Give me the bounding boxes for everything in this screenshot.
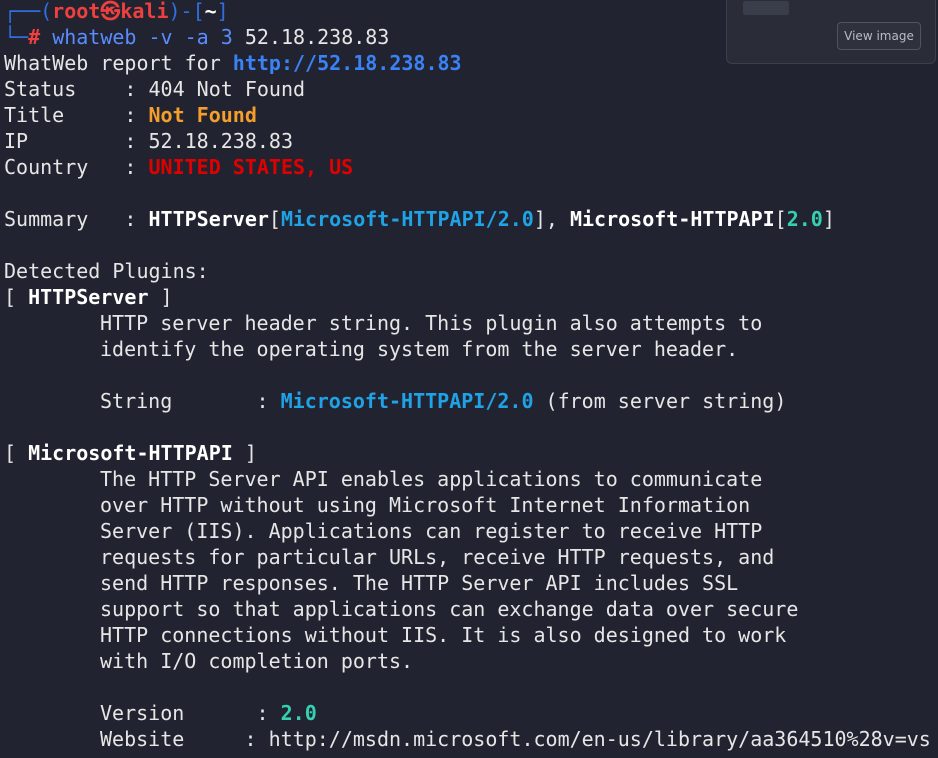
ip-row: IP : 52.18.238.83 xyxy=(4,128,938,154)
version-value: 2.0 xyxy=(280,701,317,725)
plugin-httpapi-desc-line: support so that applications can exchang… xyxy=(100,597,799,621)
plugin-httpapi-name: Microsoft-HTTPAPI xyxy=(28,441,233,465)
title-row: Title : Not Found xyxy=(4,102,938,128)
plugin-httpapi-version-row: Version : 2.0 xyxy=(4,700,938,726)
plugin-httpapi-desc-line: requests for particular URLs, receive HT… xyxy=(100,545,775,569)
image-thumbnail[interactable] xyxy=(743,1,789,15)
prompt-frame-top: ┌──( xyxy=(4,0,53,23)
country-row: Country : UNITED STATES, US xyxy=(4,154,938,180)
title-label: Title : xyxy=(4,103,149,127)
summary-httpserver-value: Microsoft-HTTPAPI/2.0 xyxy=(280,207,534,231)
summary-httpapi-version: 2.0 xyxy=(786,207,823,231)
plugin-httpapi-desc-line: Server (IIS). Applications can register … xyxy=(100,519,763,543)
plugin-httpserver-header: [ HTTPServer ] xyxy=(4,284,938,310)
image-preview-popup: View image xyxy=(726,0,936,64)
ip-value: 52.18.238.83 xyxy=(148,129,294,153)
summary-bracket: ] xyxy=(822,207,835,231)
plugin-httpapi-header: [ Microsoft-HTTPAPI ] xyxy=(4,440,938,466)
summary-bracket: [ xyxy=(774,207,787,231)
summary-row: Summary : HTTPServer[Microsoft-HTTPAPI/2… xyxy=(4,206,938,232)
summary-bracket: [ xyxy=(268,207,281,231)
bracket-close: ] xyxy=(232,441,257,465)
country-value: UNITED STATES, US xyxy=(148,155,354,179)
summary-separator: ], xyxy=(533,207,570,231)
website-label: Website : xyxy=(100,727,269,751)
prompt-hash: # xyxy=(28,25,41,49)
prompt-user: root㉿kali xyxy=(52,0,169,23)
prompt-frame-mid: )-[ xyxy=(168,0,205,23)
version-label: Version : xyxy=(100,701,281,725)
string-suffix: (from server string) xyxy=(533,389,787,413)
terminal-output: ┌──(root㉿kali)-[~] └─# whatweb -v -a 3 5… xyxy=(4,0,938,752)
plugin-httpserver-desc-line: HTTP server header string. This plugin a… xyxy=(100,311,763,335)
plugin-httpapi-desc-line: The HTTP Server API enables applications… xyxy=(100,467,763,491)
command-text: whatweb -v -a 3 xyxy=(52,25,233,49)
plugins-heading: Detected Plugins: xyxy=(4,259,209,283)
bracket-open: [ xyxy=(4,285,29,309)
country-label: Country : xyxy=(4,155,149,179)
bracket-open: [ xyxy=(4,441,29,465)
ip-label: IP : xyxy=(4,129,149,153)
plugin-httpapi-desc-line: over HTTP without using Microsoft Intern… xyxy=(100,493,751,517)
status-value: 404 Not Found xyxy=(148,77,306,101)
status-row: Status : 404 Not Found xyxy=(4,76,938,102)
title-value: Not Found xyxy=(148,103,257,127)
status-label: Status : xyxy=(4,77,149,101)
command-target: 52.18.238.83 xyxy=(244,25,390,49)
bracket-close: ] xyxy=(148,285,173,309)
plugin-httpapi-desc-line: HTTP connections without IIS. It is also… xyxy=(100,623,787,647)
summary-plugin-httpserver: HTTPServer xyxy=(148,207,269,231)
prompt-frame-close: ] xyxy=(216,0,229,23)
summary-label: Summary : xyxy=(4,207,149,231)
plugin-httpapi-desc-line: with I/O completion ports. xyxy=(100,649,414,673)
report-url: http://52.18.238.83 xyxy=(232,51,462,75)
plugin-httpserver-name: HTTPServer xyxy=(28,285,149,309)
report-header-prefix: WhatWeb report for xyxy=(4,51,233,75)
prompt-dir: ~ xyxy=(204,0,217,23)
prompt-frame-bottom: └─ xyxy=(4,25,29,49)
website-value: http://msdn.microsoft.com/en-us/library/… xyxy=(268,727,931,751)
string-value: Microsoft-HTTPAPI/2.0 xyxy=(280,389,534,413)
plugin-httpserver-desc-line: identify the operating system from the s… xyxy=(100,337,739,361)
plugin-httpapi-website-row: Website : http://msdn.microsoft.com/en-u… xyxy=(4,726,938,752)
string-label: String : xyxy=(100,389,281,413)
summary-plugin-httpapi: Microsoft-HTTPAPI xyxy=(569,207,775,231)
view-image-button[interactable]: View image xyxy=(837,22,921,50)
plugin-httpserver-string-row: String : Microsoft-HTTPAPI/2.0 (from ser… xyxy=(4,388,938,414)
plugin-httpapi-desc-line: send HTTP responses. The HTTP Server API… xyxy=(100,571,739,595)
